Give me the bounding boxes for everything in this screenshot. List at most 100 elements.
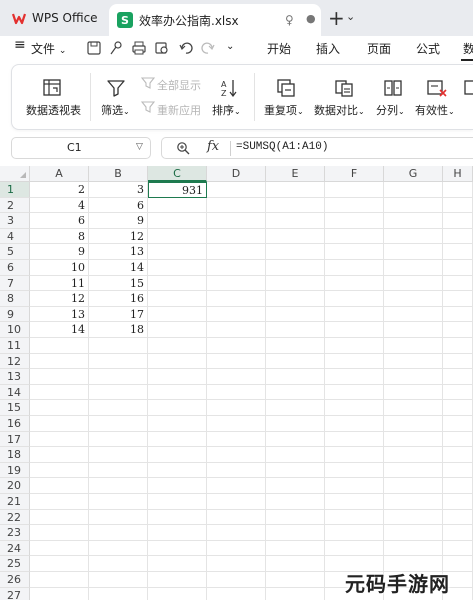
cell-f9[interactable] [325, 306, 384, 323]
cell-a13[interactable] [30, 369, 89, 385]
cell-h2[interactable] [443, 197, 473, 214]
cell-g3[interactable] [384, 213, 443, 229]
row-header[interactable]: 24 [0, 540, 30, 557]
cell-g8[interactable] [384, 291, 443, 307]
cell-f2[interactable] [325, 197, 384, 214]
cell-b23[interactable] [89, 525, 148, 541]
cell-c15[interactable] [148, 400, 207, 416]
cell-c7[interactable] [148, 275, 207, 292]
duplicates-button[interactable]: 重复项⌄ [261, 65, 311, 129]
cell-f16[interactable] [325, 416, 384, 432]
cell-c24[interactable] [148, 540, 207, 557]
cell-d24[interactable] [207, 540, 266, 557]
cell-g13[interactable] [384, 369, 443, 385]
cell-h8[interactable] [443, 291, 473, 307]
cell-d15[interactable] [207, 400, 266, 416]
cell-e9[interactable] [266, 306, 325, 323]
cell-a10[interactable]: 14 [30, 322, 89, 338]
cell-g1[interactable] [384, 182, 443, 198]
cell-b13[interactable] [89, 369, 148, 385]
cell-b8[interactable]: 16 [89, 291, 148, 307]
cell-f5[interactable] [325, 244, 384, 260]
cell-c19[interactable] [148, 462, 207, 479]
cell-b7[interactable]: 15 [89, 275, 148, 292]
cell-d23[interactable] [207, 525, 266, 541]
cell-h5[interactable] [443, 244, 473, 260]
tab-insert[interactable]: 插入 [316, 40, 340, 57]
select-all-corner[interactable] [0, 166, 30, 182]
cell-b2[interactable]: 6 [89, 197, 148, 214]
cell-b22[interactable] [89, 509, 148, 526]
cell-f18[interactable] [325, 447, 384, 463]
cell-c10[interactable] [148, 322, 207, 338]
cell-h24[interactable] [443, 540, 473, 557]
cell-a27[interactable] [30, 587, 89, 600]
row-header[interactable]: 17 [0, 431, 30, 448]
cell-d20[interactable] [207, 478, 266, 494]
print-icon[interactable] [131, 40, 147, 56]
cell-e6[interactable] [266, 260, 325, 276]
cell-b27[interactable] [89, 587, 148, 600]
cell-f6[interactable] [325, 260, 384, 276]
cell-h9[interactable] [443, 306, 473, 323]
cell-g22[interactable] [384, 509, 443, 526]
cell-e13[interactable] [266, 369, 325, 385]
cell-b24[interactable] [89, 540, 148, 557]
row-header[interactable]: 15 [0, 400, 30, 416]
cell-b15[interactable] [89, 400, 148, 416]
cell-b3[interactable]: 9 [89, 213, 148, 229]
cell-b10[interactable]: 18 [89, 322, 148, 338]
cell-b5[interactable]: 13 [89, 244, 148, 260]
cell-g12[interactable] [384, 353, 443, 370]
cell-f11[interactable] [325, 338, 384, 354]
cell-f24[interactable] [325, 540, 384, 557]
cell-b17[interactable] [89, 431, 148, 448]
cell-g23[interactable] [384, 525, 443, 541]
row-header[interactable]: 1 [0, 182, 30, 198]
cell-b20[interactable] [89, 478, 148, 494]
cell-c27[interactable] [148, 587, 207, 600]
cell-g21[interactable] [384, 494, 443, 510]
cell-a23[interactable] [30, 525, 89, 541]
row-header[interactable]: 14 [0, 384, 30, 401]
cell-d4[interactable] [207, 228, 266, 245]
cell-f7[interactable] [325, 275, 384, 292]
cell-c26[interactable] [148, 572, 207, 588]
row-header[interactable]: 21 [0, 494, 30, 510]
column-header-d[interactable]: D [207, 166, 266, 182]
cell-d25[interactable] [207, 556, 266, 572]
cell-f23[interactable] [325, 525, 384, 541]
column-header-c[interactable]: C [148, 166, 207, 182]
cell-d19[interactable] [207, 462, 266, 479]
cell-b21[interactable] [89, 494, 148, 510]
row-header[interactable]: 6 [0, 260, 30, 276]
row-header[interactable]: 8 [0, 291, 30, 307]
cell-d14[interactable] [207, 384, 266, 401]
cell-c21[interactable] [148, 494, 207, 510]
cell-e27[interactable] [266, 587, 325, 600]
cell-d18[interactable] [207, 447, 266, 463]
save-icon[interactable] [86, 40, 102, 56]
cell-c13[interactable] [148, 369, 207, 385]
cell-a21[interactable] [30, 494, 89, 510]
cell-a1[interactable]: 2 [30, 182, 89, 198]
cell-a19[interactable] [30, 462, 89, 479]
row-header[interactable]: 22 [0, 509, 30, 526]
print-preview-icon[interactable] [154, 40, 170, 56]
cell-g17[interactable] [384, 431, 443, 448]
tab-data[interactable]: 数 [463, 40, 473, 57]
cell-h7[interactable] [443, 275, 473, 292]
cell-a18[interactable] [30, 447, 89, 463]
cell-g2[interactable] [384, 197, 443, 214]
more-chevron-icon[interactable]: ⌄ [226, 41, 234, 52]
column-header-g[interactable]: G [384, 166, 443, 182]
cell-g4[interactable] [384, 228, 443, 245]
column-header-e[interactable]: E [266, 166, 325, 182]
cell-g18[interactable] [384, 447, 443, 463]
cell-e20[interactable] [266, 478, 325, 494]
cell-a24[interactable] [30, 540, 89, 557]
cell-c2[interactable] [148, 197, 207, 214]
cell-g15[interactable] [384, 400, 443, 416]
cell-d27[interactable] [207, 587, 266, 600]
row-header[interactable]: 11 [0, 338, 30, 354]
